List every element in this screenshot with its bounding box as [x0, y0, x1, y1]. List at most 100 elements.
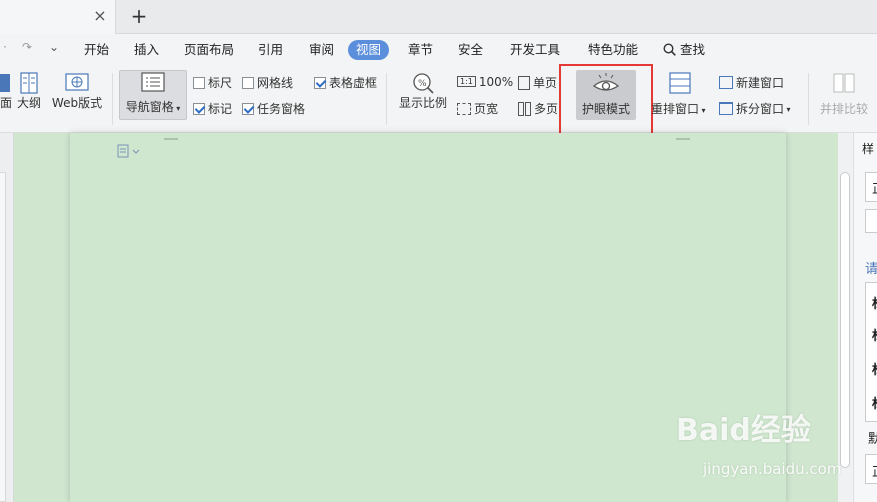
markup-checkbox[interactable]	[193, 102, 205, 115]
page-corner-mark	[164, 138, 178, 140]
rearrange-window-icon	[669, 72, 691, 94]
split-window-label: 拆分窗口	[736, 102, 785, 116]
page-view-icon	[0, 74, 10, 92]
split-window-button[interactable]: 拆分窗口 ▾	[719, 100, 791, 117]
ribbon-separator	[112, 73, 113, 125]
new-tab-button[interactable]: +	[128, 5, 150, 27]
page-corner-mark	[676, 138, 690, 140]
page-view-button[interactable]: 面	[0, 72, 12, 111]
left-panel-edge	[0, 172, 6, 502]
zoom-label: 显示比例	[398, 96, 447, 110]
outline-button[interactable]: 大纲	[14, 72, 44, 111]
task-pane-toggle[interactable]: 任务窗格	[242, 100, 305, 117]
style-list-item[interactable]: 标	[872, 325, 877, 344]
ruler-checkbox[interactable]	[193, 76, 205, 89]
side-by-side-button[interactable]: 并排比较	[814, 72, 874, 117]
table-gridlines-checkbox[interactable]	[314, 76, 326, 89]
multi-page-button[interactable]: 多页	[518, 100, 558, 117]
style-list-item[interactable]: 标	[872, 393, 877, 412]
style-default-label: 默	[868, 432, 877, 447]
ruler-label: 标尺	[208, 76, 233, 90]
style-default-input[interactable]: 正	[865, 454, 877, 484]
redo-icon[interactable]: ↷	[22, 40, 32, 54]
menu-view[interactable]: 视图	[348, 40, 390, 60]
rearrange-window-button[interactable]: 重排窗口 ▾	[651, 72, 709, 117]
task-pane-checkbox[interactable]	[242, 102, 254, 115]
search-icon[interactable]	[663, 43, 676, 56]
style-list-item[interactable]: 标	[872, 359, 877, 378]
undo-icon[interactable]: ·	[3, 40, 7, 54]
paragraph-layout-icon[interactable]	[117, 144, 141, 158]
nav-pane-label: 导航窗格	[125, 100, 174, 114]
menu-bar: · ↷ ⌄ 开始 插入 页面布局 引用 审阅 视图 章节 安全 开发工具 特色功…	[0, 35, 877, 63]
outline-icon	[20, 72, 38, 94]
style-list-item[interactable]: 标	[872, 293, 877, 312]
menu-home[interactable]: 开始	[84, 40, 109, 60]
zoom-icon: %	[413, 73, 434, 94]
menu-review[interactable]: 审阅	[309, 40, 334, 60]
web-layout-button[interactable]: Web版式	[49, 72, 105, 111]
ribbon-separator	[808, 73, 809, 125]
menu-developer[interactable]: 开发工具	[510, 40, 560, 60]
chevron-down-icon: ▾	[173, 104, 181, 113]
web-layout-label: Web版式	[51, 96, 103, 110]
multi-page-label: 多页	[534, 102, 559, 116]
scrollbar-thumb[interactable]	[840, 172, 850, 468]
new-window-label: 新建窗口	[736, 76, 785, 90]
single-page-button[interactable]: 单页	[518, 74, 557, 91]
zoom-button[interactable]: % 显示比例	[396, 72, 450, 111]
one-to-one-icon: 1:1	[457, 76, 476, 87]
chevron-down-icon: ▾	[784, 105, 791, 114]
side-by-side-icon	[833, 73, 855, 93]
multi-page-icon	[518, 101, 524, 116]
markup-toggle[interactable]: 标记	[193, 100, 232, 117]
single-page-label: 单页	[533, 76, 558, 90]
outline-label: 大纲	[16, 96, 41, 110]
style-input-value: 正	[872, 178, 877, 197]
multi-page-icon-2	[525, 101, 531, 116]
chevron-down-icon: ▾	[699, 106, 706, 115]
menu-security[interactable]: 安全	[458, 40, 483, 60]
markup-label: 标记	[208, 102, 233, 116]
baidu-jingyan-watermark: Baid经验	[676, 413, 811, 448]
page-width-icon	[457, 102, 471, 115]
zoom-100-button[interactable]: 1:1 100%	[457, 74, 513, 89]
menu-find[interactable]: 查找	[680, 40, 705, 60]
side-by-side-label: 并排比较	[819, 102, 868, 116]
style-input[interactable]: 正	[865, 172, 877, 202]
menu-chapter[interactable]: 章节	[408, 40, 433, 60]
nav-pane-icon	[141, 72, 165, 92]
new-window-icon	[719, 76, 733, 89]
menu-references[interactable]: 引用	[258, 40, 283, 60]
zoom-100-label: 100%	[478, 74, 514, 89]
gridlines-label: 网格线	[257, 76, 294, 90]
page-width-button[interactable]: 页宽	[457, 100, 498, 117]
menu-insert[interactable]: 插入	[134, 40, 159, 60]
split-window-icon	[719, 102, 733, 115]
svg-text:%: %	[418, 79, 427, 89]
gridlines-checkbox[interactable]	[242, 76, 254, 89]
table-gridlines-label: 表格虚框	[329, 76, 378, 90]
tab-bar: × +	[0, 0, 877, 34]
new-window-button[interactable]: 新建窗口	[719, 74, 784, 91]
task-pane-label: 任务窗格	[257, 102, 306, 116]
table-gridlines-toggle[interactable]: 表格虚框	[314, 74, 377, 91]
watermark-url: jingyan.baidu.com	[703, 460, 842, 478]
single-page-icon	[518, 75, 530, 90]
rearrange-window-label: 重排窗口	[651, 102, 700, 116]
style-list[interactable]: 标 标 标 标	[865, 282, 877, 422]
style-prompt: 请	[865, 262, 877, 277]
page-width-label: 页宽	[474, 102, 499, 116]
nav-pane-content[interactable]: 导航窗格 ▾	[119, 72, 187, 115]
close-tab-icon[interactable]: ×	[90, 6, 110, 26]
web-layout-icon	[65, 73, 89, 91]
gridlines-toggle[interactable]: 网格线	[242, 74, 293, 91]
menu-features[interactable]: 特色功能	[588, 40, 638, 60]
ruler-toggle[interactable]: 标尺	[193, 74, 232, 91]
style-pane-header: 样	[862, 142, 875, 156]
quick-access-dropdown-icon[interactable]: ⌄	[49, 40, 59, 54]
menu-page-layout[interactable]: 页面布局	[184, 40, 234, 60]
document-tab[interactable]: ×	[0, 0, 116, 34]
ribbon-separator	[386, 73, 387, 125]
style-select[interactable]	[865, 209, 877, 233]
